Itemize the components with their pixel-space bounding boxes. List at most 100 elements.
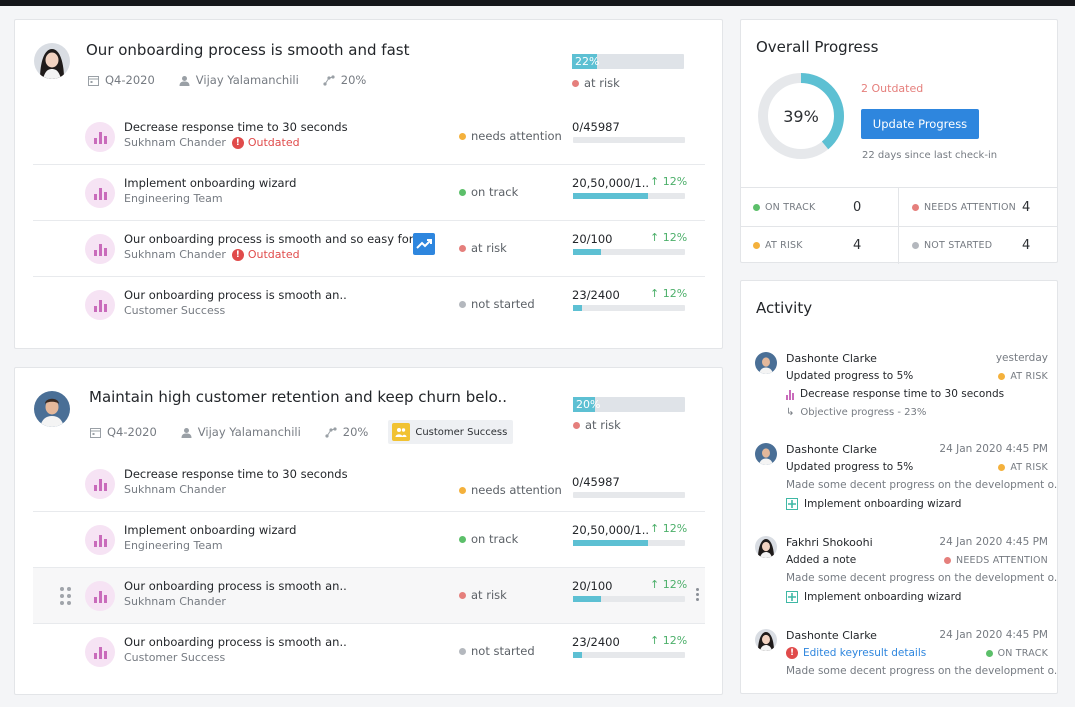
stat-at-risk[interactable]: AT RISK 4 — [753, 226, 911, 264]
key-result-status-label: not started — [471, 644, 535, 658]
objective-owner[interactable]: Vijay Yalamanchili — [196, 73, 299, 87]
activity-item[interactable]: Fakhri Shokoohi 24 Jan 2020 4:45 PM Adde… — [755, 536, 1057, 626]
key-result-change-label: 12% — [662, 522, 688, 535]
key-result-title[interactable]: Our onboarding process is smooth an.. — [124, 288, 347, 302]
key-result-owner-name: Sukhnam Chander — [124, 483, 226, 496]
key-result-title[interactable]: Our onboarding process is smooth an.. — [124, 635, 347, 649]
last-checkin: 22 days since last check-in — [862, 150, 998, 161]
activity-time: 24 Jan 2020 4:45 PM — [939, 629, 1048, 641]
objective-card: Maintain high customer retention and kee… — [14, 367, 723, 695]
key-result-status: on track — [459, 532, 518, 546]
objective-status-label: at risk — [585, 418, 621, 432]
status-dot — [998, 464, 1006, 471]
key-result-status: not started — [459, 297, 535, 311]
trend-chart-button[interactable] — [413, 233, 435, 255]
arrow-up-icon: ↑ — [650, 634, 663, 647]
key-result-value: 20,50,000/1.. — [572, 176, 650, 190]
key-result-change: ↑ 12% — [650, 287, 687, 300]
key-result-title[interactable]: Implement onboarding wizard — [124, 523, 296, 537]
stat-on-track[interactable]: ON TRACK 0 — [753, 188, 911, 226]
status-dot — [459, 647, 466, 655]
key-result-title[interactable]: Implement onboarding wizard — [124, 176, 296, 190]
key-result-owner-name: Engineering Team — [124, 539, 223, 552]
key-result-row[interactable]: Implement onboarding wizard Engineering … — [33, 512, 705, 568]
key-result-change: ↑ 12% — [650, 578, 687, 591]
key-result-owner: Customer Success — [124, 651, 225, 664]
objective-progress-bar: 20% — [573, 397, 685, 412]
arrow-up-icon: ↑ — [650, 175, 663, 188]
key-result-row[interactable]: Our onboarding process is smooth an.. Cu… — [33, 624, 705, 680]
activity-item[interactable]: Dashonte Clarke 24 Jan 2020 4:45 PM ! Edi… — [755, 629, 1057, 707]
weight-icon — [323, 74, 335, 86]
key-result-status: on track — [459, 185, 518, 199]
stat-needs-attention[interactable]: NEEDS ATTENTION 4 — [912, 188, 1070, 226]
key-result-status-label: on track — [471, 532, 519, 546]
objective-status-label: at risk — [584, 76, 620, 90]
key-result-title[interactable]: Decrease response time to 30 seconds — [124, 467, 348, 481]
objective-progress-label: 22% — [572, 54, 599, 69]
activity-status: AT RISK — [998, 371, 1048, 382]
activity-note: Made some decent progress on the develop… — [786, 665, 1058, 677]
stat-not-started[interactable]: NOT STARTED 4 — [912, 226, 1070, 264]
key-result-row[interactable]: Our onboarding process is smooth and so … — [33, 221, 705, 277]
activity-user[interactable]: Dashonte Clarke — [786, 629, 877, 642]
activity-key-result-title: Implement onboarding wizard — [804, 498, 962, 510]
outdated-badge: ! Outdated — [231, 248, 300, 261]
stat-count: 0 — [853, 199, 862, 215]
more-options-icon[interactable] — [696, 588, 699, 601]
key-result-status-label: not started — [471, 297, 535, 311]
activity-time: yesterday — [995, 352, 1048, 364]
key-result-change: ↑ 12% — [650, 634, 687, 647]
outdated-count[interactable]: 2 Outdated — [861, 82, 923, 95]
trending-up-icon — [416, 239, 432, 249]
key-result-title[interactable]: Our onboarding process is smooth and so … — [124, 232, 413, 246]
outdated-label: Outdated — [247, 248, 300, 261]
key-result-row[interactable]: Decrease response time to 30 seconds Suk… — [33, 109, 705, 165]
bar-chart-icon — [85, 234, 115, 264]
key-result-row[interactable]: Implement onboarding wizard Engineering … — [33, 165, 705, 221]
key-result-change: ↑ 12% — [650, 522, 687, 535]
team-tag[interactable]: Customer Success — [388, 420, 514, 444]
update-progress-button[interactable]: Update Progress — [861, 109, 979, 139]
key-result-change-label: 12% — [662, 578, 688, 591]
activity-action: Updated progress to 5% — [786, 370, 914, 382]
key-result-row[interactable]: Our onboarding process is smooth an.. Cu… — [33, 277, 705, 333]
objective-title[interactable]: Our onboarding process is smooth and fas… — [86, 41, 409, 59]
key-result-value: 23/2400 — [572, 288, 620, 302]
key-result-row[interactable]: Our onboarding process is smooth an.. Su… — [33, 568, 705, 624]
key-result-title[interactable]: Our onboarding process is smooth an.. — [124, 579, 347, 593]
activity-key-result[interactable]: Implement onboarding wizard — [786, 591, 961, 603]
panel-title: Activity — [756, 299, 813, 317]
key-result-progress-bar — [573, 305, 685, 311]
key-result-value: 20,50,000/1.. — [572, 523, 650, 537]
activity-item[interactable]: Dashonte Clarke yesterday Updated progre… — [755, 352, 1050, 442]
objective-meta: Q4-2020 Vijay Yalamanchili 20% — [88, 73, 366, 87]
avatar — [755, 443, 777, 465]
key-result-owner: Sukhnam Chander! Outdated — [124, 248, 300, 261]
user-icon — [179, 75, 190, 86]
status-dot — [753, 241, 760, 249]
activity-action[interactable]: ! Edited keyresult details — [786, 647, 926, 659]
key-result-title[interactable]: Decrease response time to 30 seconds — [124, 120, 348, 134]
key-result-change: ↑ 12% — [650, 231, 687, 244]
objective-card: Our onboarding process is smooth and fas… — [14, 19, 723, 349]
activity-user[interactable]: Dashonte Clarke — [786, 443, 877, 456]
activity-key-result[interactable]: Implement onboarding wizard — [786, 498, 961, 510]
activity-item[interactable]: Dashonte Clarke 24 Jan 2020 4:45 PM Upda… — [755, 443, 1057, 533]
activity-panel: Activity Dashonte Clarke yesterday Updat… — [740, 280, 1058, 694]
key-result-owner: Engineering Team — [124, 192, 223, 205]
activity-user[interactable]: Dashonte Clarke — [786, 352, 877, 365]
objective-title[interactable]: Maintain high customer retention and kee… — [89, 388, 507, 406]
key-result-owner: Sukhnam Chander — [124, 483, 226, 496]
objective-owner[interactable]: Vijay Yalamanchili — [198, 425, 301, 439]
drag-handle-icon[interactable] — [60, 587, 71, 605]
key-result-status: at risk — [459, 241, 507, 255]
stat-label: NOT STARTED — [924, 239, 993, 251]
objective-weight: 20% — [340, 73, 367, 87]
alert-icon: ! — [231, 136, 244, 149]
objective-quarter: Q4-2020 — [105, 73, 155, 87]
activity-key-result[interactable]: Decrease response time to 30 seconds — [786, 388, 1004, 400]
objective-weight: 20% — [342, 425, 369, 439]
key-result-row[interactable]: Decrease response time to 30 seconds Suk… — [33, 456, 705, 512]
activity-user[interactable]: Fakhri Shokoohi — [786, 536, 873, 549]
